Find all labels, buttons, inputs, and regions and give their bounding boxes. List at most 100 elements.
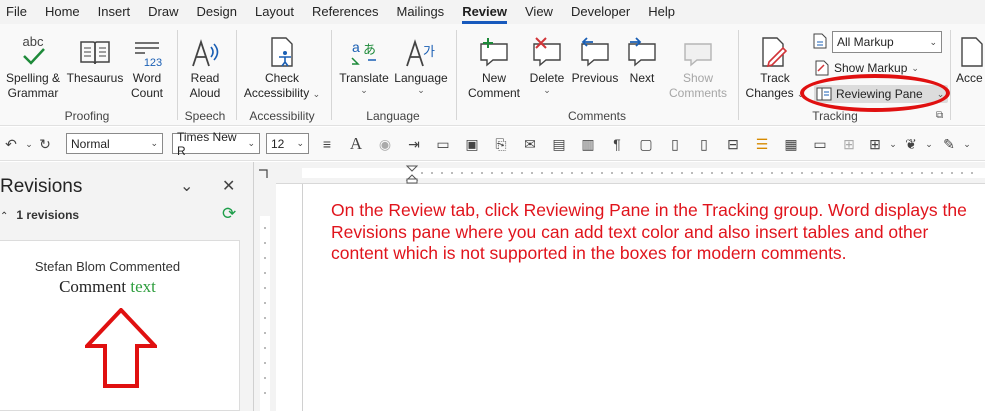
new-comment-label-1: New: [481, 71, 506, 85]
email-icon[interactable]: ✉: [521, 135, 539, 153]
svg-text:가: 가: [423, 45, 435, 60]
chevron-down-icon[interactable]: ⌄: [958, 135, 976, 153]
template-icon[interactable]: ▤: [550, 135, 568, 153]
style-select[interactable]: Normal ⌄: [66, 133, 163, 154]
chevron-down-icon[interactable]: ⌄: [884, 135, 902, 153]
menu-home[interactable]: Home: [36, 0, 89, 24]
book-icon: [79, 32, 111, 68]
page-icon[interactable]: ▯: [666, 135, 684, 153]
menu-view[interactable]: View: [516, 0, 562, 24]
language-icon: 가: [405, 32, 437, 68]
shapes-icon[interactable]: ❦: [902, 135, 920, 153]
paragraph-format-icon[interactable]: ≡: [318, 135, 336, 153]
chevron-down-icon[interactable]: ⌄: [180, 176, 193, 196]
record-icon[interactable]: ◉: [376, 135, 394, 153]
svg-text:a: a: [352, 39, 360, 55]
tab-icon[interactable]: ⇥: [405, 135, 423, 153]
table-style-icon[interactable]: ▥: [579, 135, 597, 153]
grid-icon[interactable]: ⊞: [840, 135, 858, 153]
text-box-icon[interactable]: ▭: [434, 135, 452, 153]
translate-icon: a あ: [348, 32, 380, 68]
word-count-button[interactable]: 123 Word Count: [124, 32, 170, 101]
up-arrow-icon: [85, 308, 157, 388]
previous-comment-button[interactable]: Previous: [569, 32, 621, 86]
spelling-label-1: Spelling &: [5, 71, 61, 85]
accessibility-partial-icon: [956, 32, 985, 68]
group-divider: [236, 30, 237, 120]
delete-comment-button[interactable]: Delete ⌄: [526, 32, 568, 95]
image-icon[interactable]: ▣: [463, 135, 481, 153]
markup-select-value: All Markup: [837, 35, 894, 49]
font-select[interactable]: Times New R ⌄: [172, 130, 260, 158]
show-comments-label-2: Comments: [668, 86, 727, 100]
chevron-up-icon: ⌃: [0, 211, 9, 222]
read-aloud-icon: [189, 32, 221, 68]
delete-comment-icon: [531, 32, 563, 68]
menu-mailings[interactable]: Mailings: [388, 0, 454, 24]
document-icon[interactable]: ▢: [637, 135, 655, 153]
chevron-down-icon: ⌄: [911, 62, 919, 73]
menu-review[interactable]: Review: [453, 0, 516, 24]
spelling-grammar-button[interactable]: abc Spelling & Grammar: [4, 32, 62, 101]
highlighter-icon[interactable]: ✎: [940, 135, 958, 153]
thesaurus-label: Thesaurus: [66, 71, 124, 85]
chevron-down-icon[interactable]: ⌄: [920, 135, 938, 153]
thesaurus-button[interactable]: Thesaurus: [66, 32, 124, 86]
track-changes-button[interactable]: Track Changes ⌄: [744, 32, 806, 101]
revisions-count[interactable]: ⌃ 1 revisions: [0, 208, 79, 222]
menu-design[interactable]: Design: [188, 0, 246, 24]
language-button[interactable]: 가 Language ⌄: [393, 32, 449, 95]
pilcrow-icon[interactable]: ¶: [608, 135, 626, 153]
reviewing-pane-button[interactable]: Reviewing Pane ⌄: [814, 85, 949, 103]
reviewing-pane-icon: [816, 86, 832, 102]
next-comment-icon: [626, 32, 658, 68]
word-count-icon: 123: [131, 32, 163, 68]
translate-button[interactable]: a あ Translate ⌄: [337, 32, 391, 95]
chevron-down-icon: ⌄: [296, 138, 304, 148]
chevron-down-icon: ⌄: [936, 88, 945, 99]
check-accessibility-button[interactable]: Check Accessibility ⌄: [240, 32, 324, 101]
speech-group-label: Speech: [184, 109, 226, 123]
show-comments-button[interactable]: Show Comments: [664, 32, 732, 101]
chevron-down-icon: ⌄: [543, 85, 551, 95]
menu-developer[interactable]: Developer: [562, 0, 639, 24]
chevron-down-icon: ⌄: [150, 138, 158, 148]
format-toolbar: ↶ ⌄ ↻ Normal ⌄ Times New R ⌄ 12 ⌄ ≡ A ◉ …: [0, 127, 985, 161]
read-label-2: Aloud: [189, 86, 221, 100]
list-box-icon[interactable]: ▦: [782, 135, 800, 153]
accessibility-partial-label: Acce: [956, 71, 983, 85]
markup-select[interactable]: All Markup ⌄: [832, 31, 942, 53]
spelling-label-2: Grammar: [7, 86, 59, 100]
refresh-icon[interactable]: ⟳: [222, 204, 236, 224]
revision-card[interactable]: Stefan Blom Commented Comment text: [0, 240, 240, 411]
show-comments-label-1: Show: [682, 71, 714, 85]
redo-icon[interactable]: ↻: [36, 135, 54, 153]
show-markup-button[interactable]: Show Markup ⌄: [814, 60, 919, 76]
svg-text:abc: abc: [23, 34, 44, 49]
table-icon[interactable]: ⊞: [866, 135, 884, 153]
new-comment-button[interactable]: New Comment: [462, 32, 526, 101]
font-size-select[interactable]: 12 ⌄: [266, 133, 309, 154]
font-icon[interactable]: A: [347, 134, 365, 153]
undo-icon[interactable]: ↶: [2, 135, 20, 153]
menu-help[interactable]: Help: [639, 0, 684, 24]
highlight-lines-icon[interactable]: ☰: [753, 135, 771, 153]
next-comment-button[interactable]: Next: [622, 32, 662, 86]
check-label-1: Check: [264, 71, 299, 85]
page-break-icon[interactable]: ⊟: [724, 135, 742, 153]
chevron-down-icon: ⌄: [417, 85, 425, 95]
menu-file[interactable]: File: [0, 0, 36, 24]
sheet-icon[interactable]: ▭: [811, 135, 829, 153]
revision-author: Stefan Blom Commented: [34, 259, 181, 274]
read-aloud-button[interactable]: Read Aloud: [181, 32, 229, 101]
menu-references[interactable]: References: [303, 0, 387, 24]
menu-layout[interactable]: Layout: [246, 0, 303, 24]
dialog-launcher-icon[interactable]: ⧉: [936, 110, 943, 121]
blank-page-icon[interactable]: ▯: [695, 135, 713, 153]
close-icon[interactable]: ✕: [222, 176, 235, 196]
menu-draw[interactable]: Draw: [139, 0, 187, 24]
menu-insert[interactable]: Insert: [89, 0, 140, 24]
language-label: Language: [394, 71, 448, 85]
new-document-icon[interactable]: ⎘: [492, 135, 510, 153]
accessibility-partial-button[interactable]: Acce: [956, 32, 985, 86]
